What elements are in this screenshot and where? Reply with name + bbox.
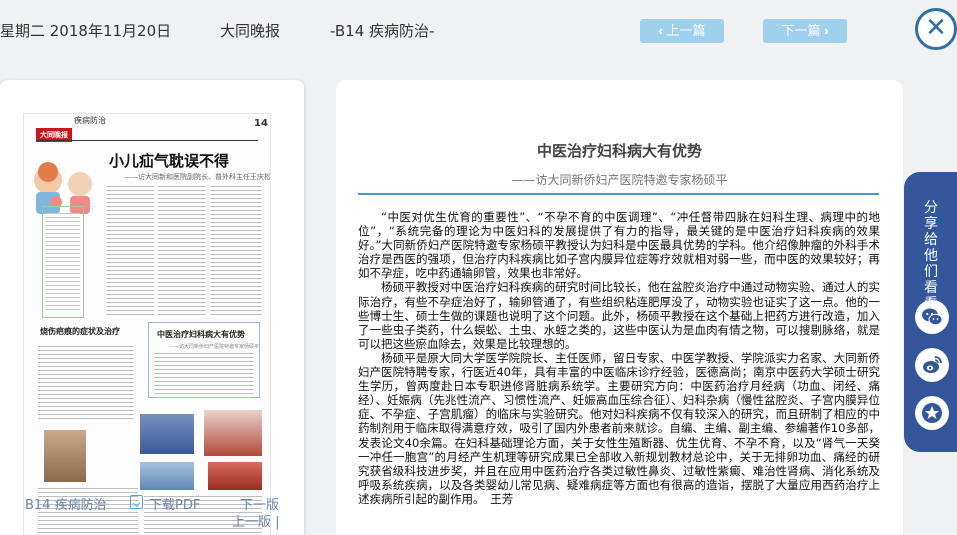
- prev-article-button[interactable]: ‹ 上一篇: [640, 19, 724, 43]
- thumb-left-article-head: 烧伤疤痕的症状及治疗: [40, 326, 120, 336]
- page-card-footer: B14 疾病防治 下载PDF 下一版 上一版 |: [0, 490, 304, 535]
- newspaper-name: 大同晚报: [220, 22, 281, 40]
- favorite-icon: [922, 403, 942, 423]
- thumb-photo: [140, 414, 194, 454]
- thumb-photo: [208, 462, 262, 490]
- thumb-text-column: [154, 353, 254, 395]
- thumb-rule: [36, 140, 258, 141]
- prev-page-link[interactable]: 上一版 |: [232, 511, 280, 530]
- thumb-right-article-head: 中医治疗妇科病大有优势: [157, 329, 245, 339]
- article-title: 中医治疗妇科病大有优势: [536, 142, 702, 160]
- share-label: 分享给他们看看: [924, 200, 938, 312]
- thumb-right-article-sub: ——访大同新侨妇产医院特邀专家杨硕平: [169, 344, 260, 350]
- download-pdf-link[interactable]: 下载PDF: [149, 494, 200, 513]
- thumb-photo: [204, 410, 262, 456]
- current-page-label: B14 疾病防治: [25, 498, 107, 513]
- thumb-text-column: [38, 346, 134, 420]
- share-favorite-button[interactable]: [915, 396, 949, 430]
- chevron-right-icon: ›: [824, 23, 829, 38]
- thumb-masthead: 大同晚报: [36, 122, 72, 142]
- thumb-text-column: [158, 186, 206, 316]
- thumb-sidebar-box: [42, 206, 84, 318]
- issue-date: 星期二 2018年11月20日: [0, 22, 172, 40]
- top-bar: 星期二 2018年11月20日 大同晚报 -B14 疾病防治- ‹ 上一篇 下一…: [0, 0, 957, 62]
- prev-article-label: 上一篇: [666, 23, 706, 38]
- share-weibo-button[interactable]: [915, 348, 949, 382]
- wechat-icon: [922, 308, 943, 326]
- next-article-button[interactable]: 下一篇 ›: [763, 19, 847, 43]
- thumb-text-column: [210, 186, 262, 316]
- next-article-label: 下一篇: [781, 23, 821, 38]
- thumb-photo: [140, 462, 194, 490]
- thumb-photo: [44, 430, 86, 482]
- close-button[interactable]: ✕: [915, 8, 957, 50]
- article-subtitle: ——访大同新侨妇产医院特邀专家杨硕平: [511, 173, 728, 187]
- thumb-sidebar-text: [46, 213, 80, 311]
- article-paragraph: “中医对优生优育的重要性”、“不孕不育的中医调理”、“冲任督带四脉在妇科生理、病…: [358, 210, 880, 281]
- share-sidebar: 分享给他们看看: [904, 172, 957, 452]
- section-name: -B14 疾病防治-: [330, 22, 435, 40]
- article-body: “中医对优生优育的重要性”、“不孕不育的中医调理”、“冲任督带四脉在妇科生理、病…: [358, 210, 880, 506]
- chevron-left-icon: ‹: [658, 23, 663, 38]
- page-thumbnail[interactable]: 大同晚报 疾病防治 14 小儿疝气耽误不得 ——访大同新和医院副院长、普外科主任…: [23, 113, 271, 535]
- thumb-text-column: [106, 186, 154, 316]
- thumb-right-article: 中医治疗妇科病大有优势 ——访大同新侨妇产医院特邀专家杨硕平: [148, 322, 260, 398]
- thumb-headline: 小儿疝气耽误不得: [109, 152, 230, 170]
- article-paragraph: 杨硕平教授对中医治疗妇科疾病的研究时间比较长，他在盆腔炎治疗中通过动物实验、通过…: [358, 280, 880, 351]
- thumb-page-number: 14: [254, 118, 268, 129]
- article-paragraph: 杨硕平是原大同大学医学院院长、主任医师，留日专家、中医学教授、学院派实力名家、大…: [358, 350, 880, 506]
- share-wechat-button[interactable]: [915, 300, 949, 334]
- download-icon[interactable]: [130, 495, 143, 509]
- close-icon: ✕: [925, 13, 947, 43]
- title-divider: [358, 193, 879, 195]
- weibo-icon: [923, 356, 942, 373]
- thumb-section-name: 疾病防治: [74, 116, 106, 125]
- page-thumbnail-card: 大同晚报 疾病防治 14 小儿疝气耽误不得 ——访大同新和医院副院长、普外科主任…: [0, 80, 304, 535]
- thumb-subhead: ——访大同新和医院副院长、普外科主任王庆松: [124, 173, 271, 181]
- article-panel: 中医治疗妇科病大有优势 ——访大同新侨妇产医院特邀专家杨硕平 “中医对优生优育的…: [336, 80, 903, 535]
